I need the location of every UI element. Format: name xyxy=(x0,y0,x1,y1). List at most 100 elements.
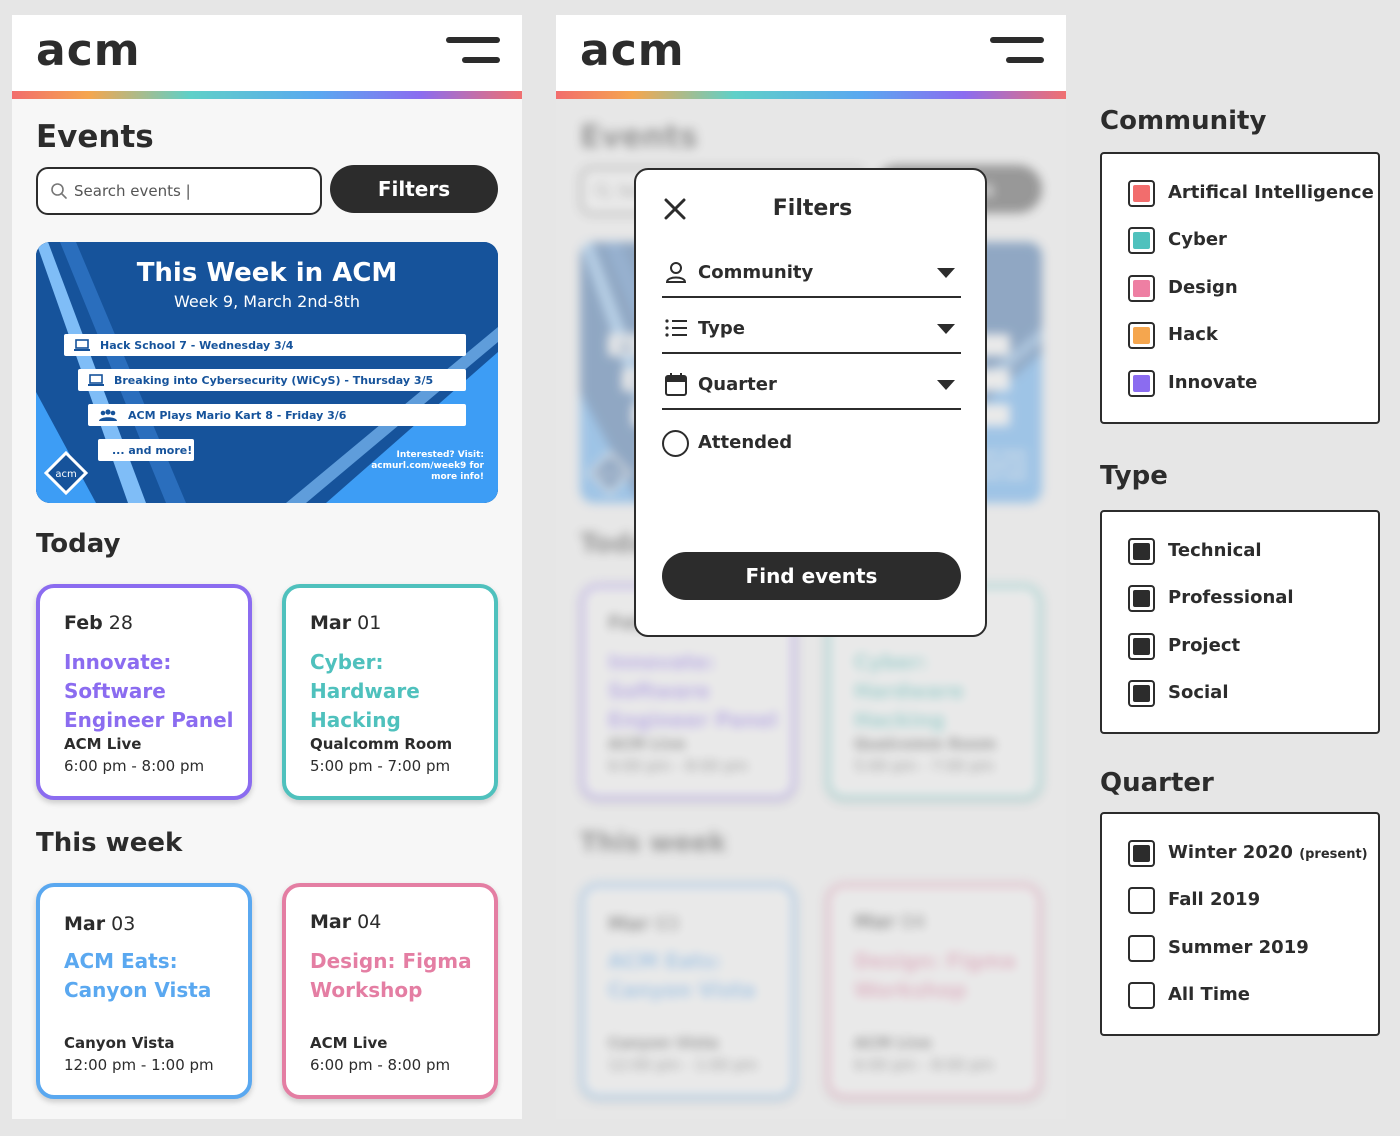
banner-subtitle: Week 9, March 2nd-8th xyxy=(174,292,360,311)
type-option-social[interactable]: Social xyxy=(1128,679,1378,709)
search-icon xyxy=(51,183,67,199)
event-month: Mar xyxy=(64,913,106,935)
checkbox[interactable] xyxy=(1128,370,1155,397)
checkbox[interactable] xyxy=(1128,538,1155,565)
event-month: Mar xyxy=(310,911,352,933)
checkbox[interactable] xyxy=(1128,680,1155,707)
search-input[interactable] xyxy=(74,177,314,205)
banner-note: Interested? Visit: acmurl.com/week9 for … xyxy=(371,450,484,482)
event-day: 04 xyxy=(357,911,382,933)
search-field[interactable] xyxy=(36,167,322,215)
today-heading: Today xyxy=(36,529,121,559)
events-content: Events Filters This Week in ACM Week 9, … xyxy=(12,99,522,1119)
community-dropdown[interactable]: Community xyxy=(662,254,961,298)
dropdown-label: Type xyxy=(698,318,745,339)
event-card[interactable]: Mar 03 ACM Eats: Canyon Vista Canyon Vis… xyxy=(36,883,252,1099)
dropdown-label: Community xyxy=(698,262,814,283)
checkbox[interactable] xyxy=(1128,840,1155,867)
menu-icon[interactable] xyxy=(988,37,1044,65)
checkbox[interactable] xyxy=(1128,887,1155,914)
event-time: 6:00 pm - 8:00 pm xyxy=(310,1056,451,1074)
laptop-icon xyxy=(88,374,104,386)
quarter-option-winter-2020[interactable]: Winter 2020 (present) xyxy=(1128,839,1378,869)
community-option-hack[interactable]: Hack xyxy=(1128,321,1378,351)
acm-logo[interactable]: acm xyxy=(580,25,685,76)
quarter-dropdown[interactable]: Quarter xyxy=(662,366,961,410)
checkbox[interactable] xyxy=(1128,982,1155,1009)
quarter-option-summer-2019[interactable]: Summer 2019 xyxy=(1128,934,1378,964)
event-date: Mar 01 xyxy=(310,612,381,634)
checkbox-fill xyxy=(1133,892,1150,909)
event-day: 01 xyxy=(357,612,382,634)
checkbox-fill xyxy=(1133,987,1150,1004)
type-dropdown[interactable]: Type xyxy=(662,310,961,354)
filters-button[interactable]: Filters xyxy=(330,165,498,213)
event-title: Cyber: Hardware Hacking xyxy=(310,650,420,732)
color-swatch xyxy=(1133,327,1150,344)
attended-radio[interactable] xyxy=(662,430,689,457)
quarter-option-fall-2019[interactable]: Fall 2019 xyxy=(1128,886,1378,916)
community-heading: Community xyxy=(1100,106,1267,136)
rainbow-divider xyxy=(556,91,1066,99)
quarter-heading: Quarter xyxy=(1100,768,1214,798)
option-label: Professional xyxy=(1168,587,1294,608)
find-events-button[interactable]: Find events xyxy=(662,552,961,600)
event-card[interactable]: Mar 01 Cyber: Hardware Hacking Qualcomm … xyxy=(282,584,498,800)
page-title: Events xyxy=(36,119,154,155)
option-label: Artifical Intelligence xyxy=(1168,182,1374,203)
checkbox-fill xyxy=(1133,685,1150,702)
people-icon xyxy=(99,409,117,421)
banner-item: Hack School 7 - Wednesday 3/4 xyxy=(64,334,466,356)
checkbox-fill xyxy=(1133,543,1150,560)
community-options: Artifical Intelligence Cyber Design Hack… xyxy=(1100,152,1380,424)
event-title: ACM Eats: Canyon Vista xyxy=(64,949,212,1002)
event-card[interactable]: Mar 04 Design: Figma Workshop ACM Live 6… xyxy=(282,883,498,1099)
checkbox-fill xyxy=(1133,590,1150,607)
event-title: Innovate: Software Engineer Panel xyxy=(64,650,234,732)
checkbox[interactable] xyxy=(1128,322,1155,349)
community-option-design[interactable]: Design xyxy=(1128,274,1378,304)
checkbox[interactable] xyxy=(1128,227,1155,254)
this-week-banner[interactable]: This Week in ACM Week 9, March 2nd-8th H… xyxy=(36,242,498,503)
menu-icon[interactable] xyxy=(444,37,500,65)
type-option-project[interactable]: Project xyxy=(1128,632,1378,662)
list-icon xyxy=(665,319,687,337)
color-swatch xyxy=(1133,280,1150,297)
type-option-professional[interactable]: Professional xyxy=(1128,584,1378,614)
type-option-technical[interactable]: Technical xyxy=(1128,537,1378,567)
laptop-icon xyxy=(74,339,90,351)
option-label: Fall 2019 xyxy=(1168,889,1261,910)
filter-modal: Filters Community Type Quarter Attended … xyxy=(634,168,987,637)
attended-toggle[interactable]: Attended xyxy=(662,428,961,458)
quarter-option-all-time[interactable]: All Time xyxy=(1128,981,1378,1011)
this-week-heading: This week xyxy=(36,828,183,858)
acm-logo[interactable]: acm xyxy=(36,25,141,76)
checkbox[interactable] xyxy=(1128,275,1155,302)
svg-text:acm: acm xyxy=(55,469,76,480)
type-heading: Type xyxy=(1100,461,1168,491)
calendar-icon xyxy=(665,373,687,396)
checkbox[interactable] xyxy=(1128,633,1155,660)
event-card[interactable]: Feb 28 Innovate: Software Engineer Panel… xyxy=(36,584,252,800)
option-label: Cyber xyxy=(1168,229,1227,250)
banner-item: Breaking into Cybersecurity (WiCyS) - Th… xyxy=(78,369,466,391)
filter-screen: acm Events Filters This Week in ACM Week… xyxy=(556,15,1066,1119)
caret-down-icon xyxy=(937,380,955,390)
banner-item: ACM Plays Mario Kart 8 - Friday 3/6 xyxy=(88,404,466,426)
checkbox[interactable] xyxy=(1128,585,1155,612)
event-time: 12:00 pm - 1:00 pm xyxy=(64,1056,214,1074)
person-icon xyxy=(665,262,687,283)
event-date: Mar 03 xyxy=(64,913,135,935)
community-option-cyber[interactable]: Cyber xyxy=(1128,226,1378,256)
checkbox[interactable] xyxy=(1128,935,1155,962)
acm-diamond-logo: acm xyxy=(44,451,88,495)
event-day: 03 xyxy=(111,913,136,935)
quarter-options: Winter 2020 (present) Fall 2019 Summer 2… xyxy=(1100,812,1380,1036)
checkbox[interactable] xyxy=(1128,180,1155,207)
community-option-ai[interactable]: Artifical Intelligence xyxy=(1128,179,1378,209)
checkbox-fill xyxy=(1133,638,1150,655)
color-swatch xyxy=(1133,375,1150,392)
type-options: Technical Professional Project Social xyxy=(1100,510,1380,734)
community-option-innovate[interactable]: Innovate xyxy=(1128,369,1378,399)
event-month: Mar xyxy=(310,612,352,634)
